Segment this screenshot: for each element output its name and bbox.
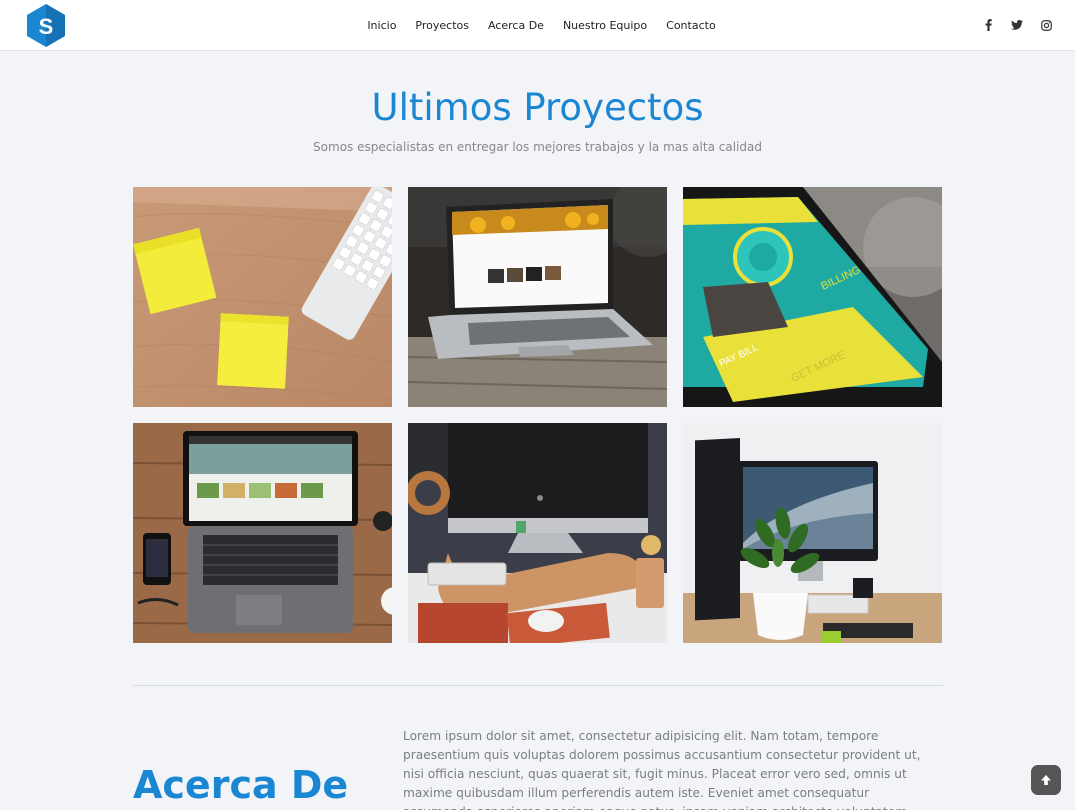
section-divider bbox=[133, 685, 943, 686]
scroll-to-top-button[interactable] bbox=[1031, 765, 1061, 795]
facebook-icon[interactable] bbox=[981, 15, 995, 35]
project-image-phone-app[interactable]: BILLING PAY BILL GET MORE bbox=[683, 187, 942, 407]
social-links bbox=[981, 15, 1053, 35]
projects-grid: BILLING PAY BILL GET MORE bbox=[133, 187, 943, 643]
project-image-sticky-notes[interactable] bbox=[133, 187, 392, 407]
arrow-up-icon bbox=[1041, 775, 1051, 785]
about-text: Lorem ipsum dolor sit amet, consectetur … bbox=[403, 729, 921, 810]
projects-subtitle: Somos especialistas en entregar los mejo… bbox=[313, 140, 762, 154]
top-navbar: S Inicio Proyectos Acerca De Nuestro Equ… bbox=[0, 0, 1075, 51]
nav-inicio[interactable]: Inicio bbox=[367, 19, 396, 32]
nav-nuestro-equipo[interactable]: Nuestro Equipo bbox=[563, 19, 647, 32]
project-image-laptop-desk[interactable] bbox=[408, 187, 667, 407]
project-image-imac-plant[interactable] bbox=[683, 423, 942, 643]
instagram-icon[interactable] bbox=[1039, 15, 1053, 35]
projects-title: Ultimos Proyectos bbox=[371, 86, 704, 129]
main-nav: Inicio Proyectos Acerca De Nuestro Equip… bbox=[0, 0, 1075, 51]
nav-proyectos[interactable]: Proyectos bbox=[415, 19, 469, 32]
about-title: Acerca De bbox=[133, 763, 349, 807]
nav-contacto[interactable]: Contacto bbox=[666, 19, 716, 32]
project-image-laptop-wood[interactable] bbox=[133, 423, 392, 643]
nav-acerca-de[interactable]: Acerca De bbox=[488, 19, 544, 32]
twitter-icon[interactable] bbox=[1010, 15, 1024, 35]
project-image-imac-workspace[interactable] bbox=[408, 423, 667, 643]
